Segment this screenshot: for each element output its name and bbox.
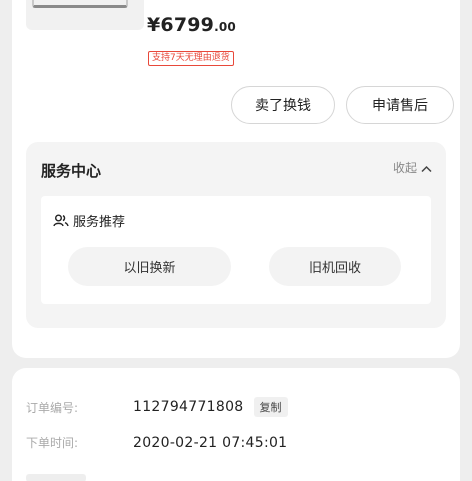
product-card: ¥6799.00 支持7天无理由退货 卖了换钱 申请售后 服务中心 收起 服务推… bbox=[12, 0, 460, 358]
collapse-label: 收起 bbox=[392, 161, 417, 175]
trade-in-button[interactable]: 以旧换新 bbox=[68, 247, 231, 286]
service-center-title: 服务中心 bbox=[41, 162, 102, 180]
recycle-button[interactable]: 旧机回收 bbox=[269, 247, 401, 286]
chevron-up-icon bbox=[421, 162, 432, 176]
copy-button[interactable]: 复制 bbox=[253, 397, 288, 417]
order-number-row: 订单编号: 112794771808 复制 bbox=[26, 397, 288, 417]
users-icon bbox=[53, 214, 69, 227]
service-recommend-box: 服务推荐 以旧换新 旧机回收 bbox=[41, 196, 431, 304]
aftersale-button[interactable]: 申请售后 bbox=[346, 86, 454, 124]
order-number-value: 112794771808 bbox=[133, 399, 244, 415]
cut-off-text bbox=[26, 474, 86, 481]
order-number-label: 订单编号: bbox=[26, 400, 79, 415]
order-next-row bbox=[26, 474, 86, 481]
service-center-panel: 服务中心 收起 服务推荐 以旧换新 旧机回收 bbox=[26, 142, 446, 328]
order-time-row: 下单时间: 2020-02-21 07:45:01 bbox=[26, 434, 287, 451]
price-main: ¥6799 bbox=[147, 14, 215, 36]
service-recommend-header: 服务推荐 bbox=[53, 211, 125, 230]
sell-button[interactable]: 卖了换钱 bbox=[231, 86, 335, 124]
collapse-toggle[interactable]: 收起 bbox=[393, 159, 432, 176]
laptop-image bbox=[32, 0, 128, 8]
product-price: ¥6799.00 bbox=[147, 14, 236, 36]
product-thumbnail[interactable] bbox=[26, 0, 144, 30]
order-info-card: 订单编号: 112794771808 复制 下单时间: 2020-02-21 0… bbox=[12, 368, 460, 481]
return-policy-badge: 支持7天无理由退货 bbox=[148, 51, 234, 66]
order-time-value: 2020-02-21 07:45:01 bbox=[133, 434, 288, 451]
price-decimal: .00 bbox=[214, 20, 236, 34]
service-recommend-label: 服务推荐 bbox=[73, 215, 126, 230]
order-time-label: 下单时间: bbox=[26, 436, 79, 450]
